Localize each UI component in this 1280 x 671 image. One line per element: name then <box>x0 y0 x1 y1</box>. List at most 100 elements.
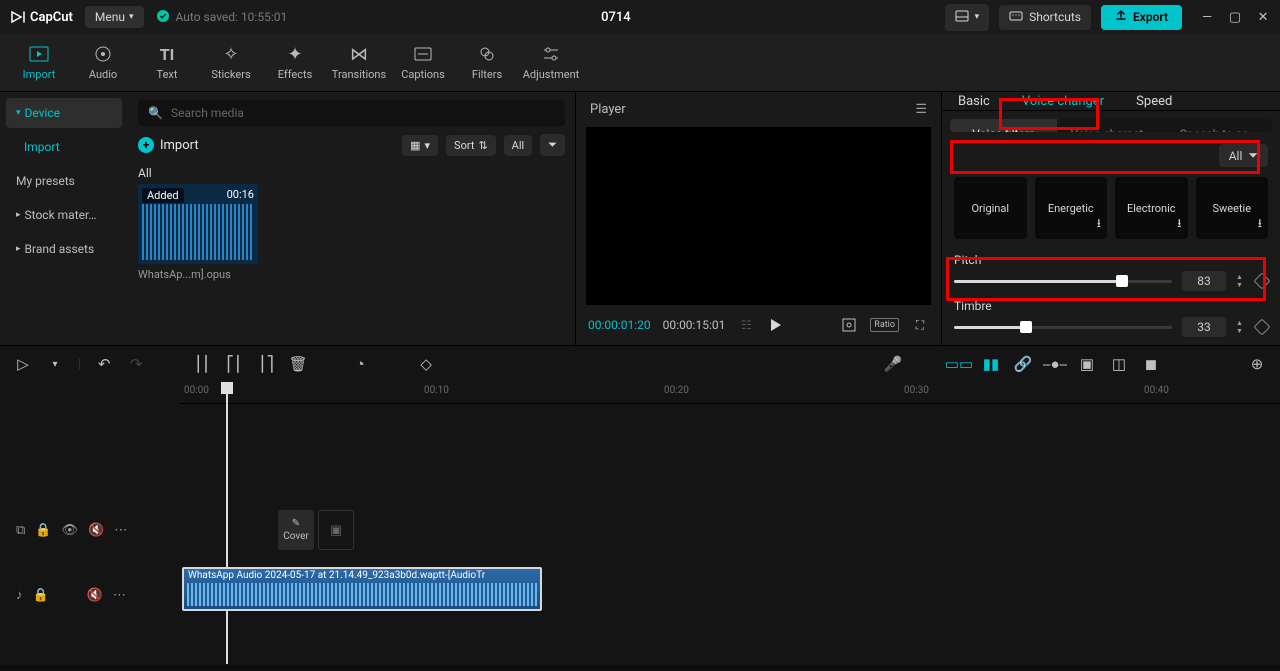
subtab-voice-characters[interactable]: Voice charact… <box>1057 119 1164 132</box>
compare-icon[interactable]: ☷ <box>737 316 755 334</box>
trim-left-tool[interactable]: ⎡⎮ <box>225 355 243 373</box>
tool-import[interactable]: Import <box>8 34 70 91</box>
tab-voice-changer[interactable]: Voice changer <box>1006 92 1120 110</box>
app-logo: CapCut <box>10 9 73 25</box>
triangle-down-icon: ▾ <box>16 108 21 118</box>
play-button[interactable] <box>767 316 785 334</box>
timbre-value[interactable]: 33 <box>1182 317 1226 337</box>
player-canvas[interactable] <box>586 127 931 305</box>
tool-effects[interactable]: ✦ Effects <box>264 34 326 91</box>
close-button[interactable]: ✕ <box>1256 10 1270 25</box>
all-filter-button[interactable]: All <box>504 135 533 156</box>
split-tool[interactable]: ⎮⎮ <box>193 355 211 373</box>
fullscreen-icon[interactable]: ⛶ <box>911 316 929 334</box>
layout-button[interactable]: ▾ <box>945 4 990 31</box>
lock-icon[interactable]: 🔒 <box>33 588 49 603</box>
trim-right-tool[interactable]: ⎮⎤ <box>257 355 275 373</box>
pointer-tool[interactable]: ▷ <box>14 355 32 373</box>
mute-icon[interactable]: 🔇 <box>87 588 103 603</box>
tool-audio[interactable]: Audio <box>72 34 134 91</box>
sidebar-stock-material[interactable]: ▸Stock mater… <box>6 200 122 230</box>
tool-text[interactable]: TI Text <box>136 34 198 91</box>
pencil-icon: ✎ <box>292 518 300 529</box>
tab-speed[interactable]: Speed <box>1120 92 1188 110</box>
current-time: 00:00:01:20 <box>588 318 651 332</box>
lock-icon[interactable]: 🔒 <box>35 523 51 538</box>
mic-icon[interactable]: 🎤 <box>884 355 902 373</box>
view-grid-button[interactable]: ▦▾ <box>402 135 438 156</box>
link-icon[interactable]: 🔗 <box>1014 355 1032 373</box>
chevron-down-icon[interactable]: ▾ <box>46 355 64 373</box>
search-input[interactable]: 🔍 Search media <box>138 100 565 126</box>
preset-electronic[interactable]: Electronic⭳ <box>1115 177 1188 239</box>
pitch-value[interactable]: 83 <box>1182 271 1226 291</box>
search-icon: 🔍 <box>148 106 163 120</box>
undo-button[interactable]: ↶ <box>95 355 113 373</box>
marker-tool[interactable]: ◔ <box>351 355 369 373</box>
tool-transitions[interactable]: ⋈ Transitions <box>328 34 390 91</box>
sidebar-my-presets[interactable]: My presets <box>6 166 122 196</box>
magnet-on-icon[interactable]: ▭▭ <box>950 355 968 373</box>
ratio-button[interactable]: Ratio <box>870 318 899 332</box>
import-button[interactable]: + Import <box>138 137 199 153</box>
preset-sweetie[interactable]: Sweetie⭳ <box>1196 177 1269 239</box>
track-expand-icon[interactable]: ◼ <box>1142 355 1160 373</box>
hamburger-icon[interactable]: ☰ <box>915 102 927 117</box>
preset-energetic[interactable]: Energetic⭳ <box>1035 177 1108 239</box>
preset-original[interactable]: Original <box>954 177 1027 239</box>
chevron-down-icon: ▾ <box>129 12 134 22</box>
timeline-ruler[interactable]: 00:00 00:10 00:20 00:30 00:40 <box>180 382 1280 404</box>
more-icon[interactable]: ⋯ <box>114 523 127 538</box>
keyframe-icon[interactable] <box>1254 273 1271 290</box>
tab-basic[interactable]: Basic <box>942 92 1006 110</box>
maximize-button[interactable]: ▢ <box>1228 10 1242 25</box>
timbre-label: Timbre <box>954 299 1268 313</box>
pitch-slider[interactable] <box>954 271 1172 291</box>
audio-track-icon[interactable]: ♪ <box>16 587 23 603</box>
redo-button[interactable]: ↷ <box>127 355 145 373</box>
tool-captions[interactable]: Captions <box>392 34 454 91</box>
timeline-toolbar: ▷ ▾ | ↶ ↷ ⎮⎮ ⎡⎮ ⎮⎤ 🗑 ◔ ◇ 🎤 ▭▭ ▮▮ 🔗 ⎯●⎯ ▣… <box>0 346 1280 382</box>
subtab-voice-filters[interactable]: Voice filters <box>950 119 1057 132</box>
timbre-stepper[interactable]: ▲▼ <box>1236 320 1246 335</box>
subtab-speech-to-song[interactable]: Speech to so… <box>1165 119 1272 132</box>
pitch-stepper[interactable]: ▲▼ <box>1236 274 1246 289</box>
audio-clip[interactable]: WhatsApp Audio 2024-05-17 at 21.14.49_92… <box>182 567 542 611</box>
snap-icon[interactable]: ⎯●⎯ <box>1046 355 1064 373</box>
stickers-icon: ✧ <box>223 44 238 64</box>
tool-adjustment[interactable]: Adjustment <box>520 34 582 91</box>
sort-button[interactable]: Sort ⇅ <box>446 135 496 156</box>
all-filter-chip[interactable]: All⏷ <box>1219 144 1268 167</box>
minimize-button[interactable]: — <box>1200 10 1214 25</box>
sidebar-device[interactable]: ▾Device <box>6 98 122 128</box>
empty-video-slot[interactable]: ▣ <box>318 510 354 550</box>
link-on-icon[interactable]: ▮▮ <box>982 355 1000 373</box>
timbre-slider[interactable] <box>954 317 1172 337</box>
eye-icon[interactable]: 👁 <box>61 523 78 538</box>
audio-icon <box>94 44 112 64</box>
autosave-status: Auto saved: 10:55:01 <box>156 9 288 26</box>
lock-aspect-icon[interactable]: ⧉ <box>16 523 25 538</box>
media-clip[interactable]: Added 00:16 WhatsAp...m].opus <box>138 184 258 281</box>
menu-button[interactable]: Menu ▾ <box>85 6 144 28</box>
tool-filters[interactable]: Filters <box>456 34 518 91</box>
filter-button[interactable]: ⏷ <box>540 134 565 156</box>
tool-stickers[interactable]: ✧ Stickers <box>200 34 262 91</box>
shortcuts-button[interactable]: Shortcuts <box>999 5 1091 30</box>
cover-button[interactable]: ✎ Cover <box>278 510 314 550</box>
track-collapse-icon[interactable]: ◫ <box>1110 355 1128 373</box>
export-button[interactable]: Export <box>1101 5 1182 30</box>
sidebar-brand-assets[interactable]: ▸Brand assets <box>6 234 122 264</box>
keyframe-icon[interactable] <box>1254 319 1271 336</box>
chevron-down-icon: ▾ <box>975 12 980 22</box>
playhead[interactable] <box>221 382 233 394</box>
shield-icon[interactable]: ◇ <box>417 355 435 373</box>
more-icon[interactable]: ⋯ <box>113 588 126 603</box>
delete-tool[interactable]: 🗑 <box>289 355 307 373</box>
zoom-fit-icon[interactable]: ⊕ <box>1248 355 1266 373</box>
preview-icon[interactable]: ▣ <box>1078 355 1096 373</box>
window-controls: — ▢ ✕ <box>1200 10 1270 25</box>
mute-icon[interactable]: 🔇 <box>88 523 104 538</box>
scale-icon[interactable] <box>840 316 858 334</box>
sidebar-import[interactable]: Import <box>6 132 122 162</box>
